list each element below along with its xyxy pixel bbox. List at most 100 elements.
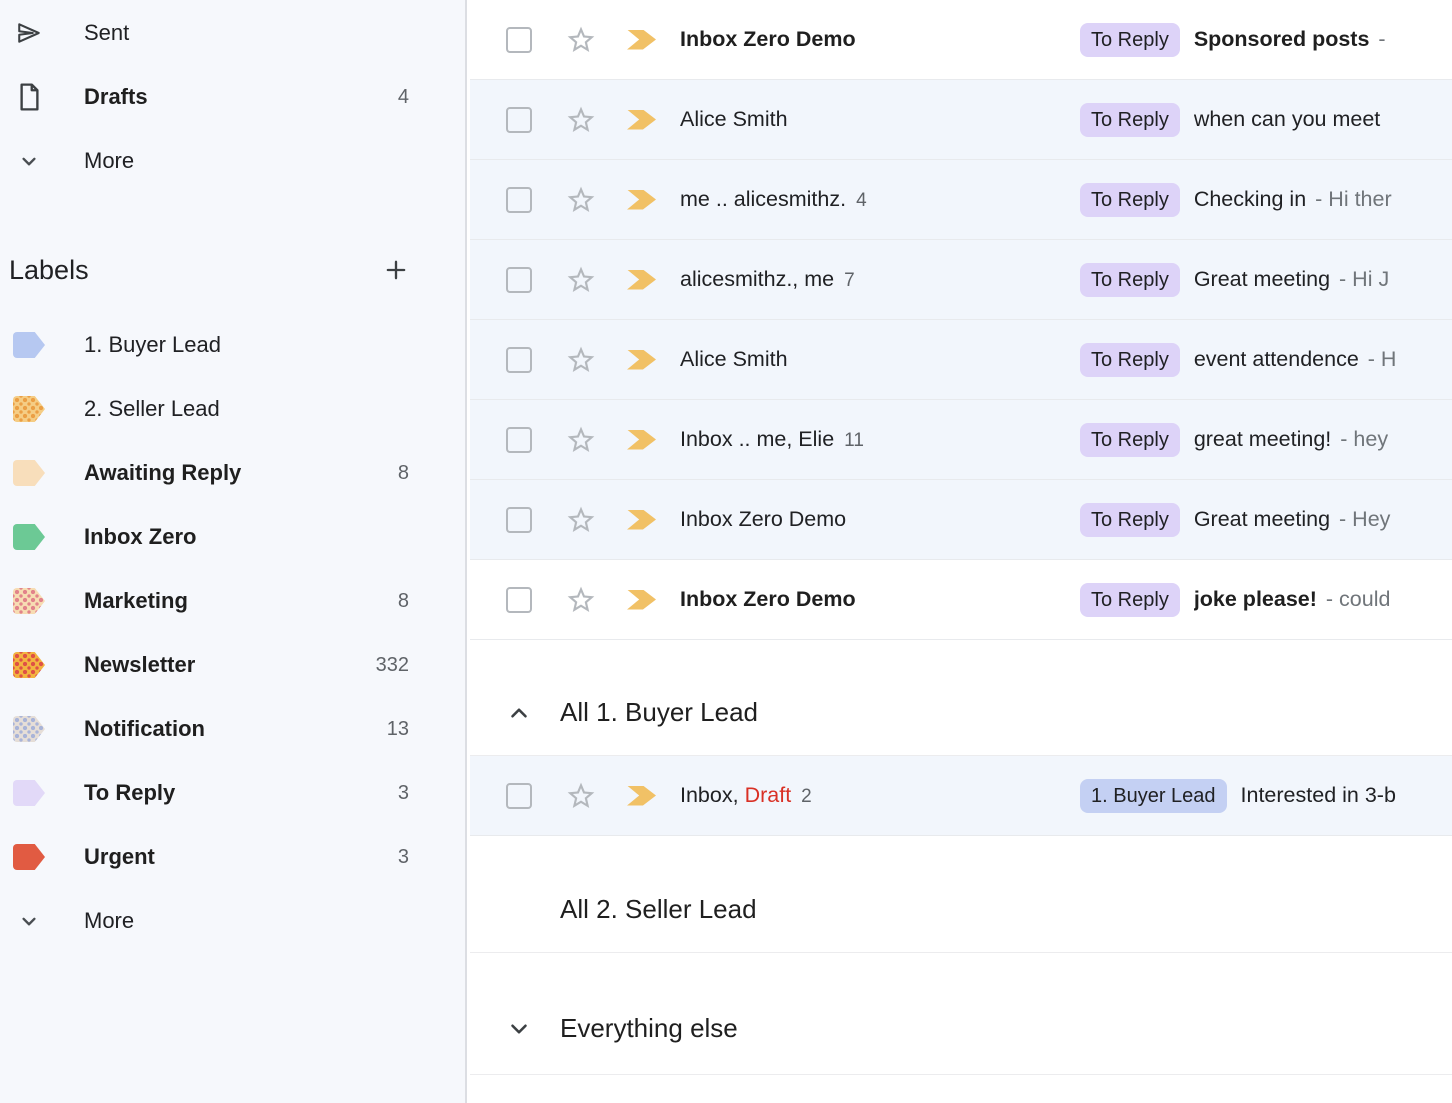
chevron-up-icon[interactable] bbox=[506, 700, 532, 726]
sidebar-item-drafts[interactable]: Drafts 4 bbox=[0, 65, 465, 129]
chevron-down-icon bbox=[12, 908, 46, 934]
subject: Interested in 3-b bbox=[1241, 783, 1396, 808]
label-badge[interactable]: To Reply bbox=[1080, 583, 1180, 617]
checkbox[interactable] bbox=[506, 783, 532, 809]
sidebar-label-count: 3 bbox=[398, 782, 409, 805]
label-badge[interactable]: To Reply bbox=[1080, 503, 1180, 537]
mail-row[interactable]: Alice Smith To Reply when can you meet bbox=[470, 80, 1452, 160]
send-icon bbox=[12, 20, 46, 46]
subject: Great meeting bbox=[1194, 267, 1330, 292]
label-tag-icon bbox=[13, 396, 45, 422]
sidebar-label-inbox-zero[interactable]: Inbox Zero bbox=[0, 505, 465, 569]
star-icon[interactable] bbox=[565, 24, 597, 56]
thread-count: 7 bbox=[844, 270, 855, 292]
snippet: - Hey bbox=[1339, 507, 1390, 532]
sidebar-item-label: More bbox=[84, 148, 134, 174]
importance-marker-icon[interactable] bbox=[627, 786, 656, 806]
sender-name: Inbox Zero Demo bbox=[680, 507, 846, 532]
sidebar-label-name: Awaiting Reply bbox=[84, 460, 241, 486]
star-icon[interactable] bbox=[565, 344, 597, 376]
subject: Great meeting bbox=[1194, 507, 1330, 532]
sidebar-label-count: 8 bbox=[398, 462, 409, 485]
importance-marker-icon[interactable] bbox=[627, 190, 656, 210]
chevron-down-icon[interactable] bbox=[506, 1016, 532, 1042]
label-badge[interactable]: To Reply bbox=[1080, 23, 1180, 57]
sidebar-item-more[interactable]: More bbox=[0, 129, 465, 193]
sidebar-label-buyer-lead[interactable]: 1. Buyer Lead bbox=[0, 313, 465, 377]
sidebar-label-awaiting-reply[interactable]: Awaiting Reply 8 bbox=[0, 441, 465, 505]
sender-name: me .. alicesmithz. bbox=[680, 187, 846, 212]
mail-row[interactable]: Inbox Zero Demo To Reply Sponsored posts… bbox=[470, 0, 1452, 80]
label-tag-icon bbox=[13, 524, 45, 550]
mail-row[interactable]: Inbox .. me, Elie11 To Reply great meeti… bbox=[470, 400, 1452, 480]
sender-name: alicesmithz., me bbox=[680, 267, 834, 292]
label-badge[interactable]: 1. Buyer Lead bbox=[1080, 779, 1227, 813]
sidebar: Sent Drafts 4 More Labels bbox=[0, 0, 467, 1103]
star-icon[interactable] bbox=[565, 584, 597, 616]
labels-title: Labels bbox=[9, 255, 89, 286]
star-icon[interactable] bbox=[565, 780, 597, 812]
importance-marker-icon[interactable] bbox=[627, 270, 656, 290]
add-label-button[interactable] bbox=[382, 256, 410, 284]
importance-marker-icon[interactable] bbox=[627, 350, 656, 370]
chevron-down-icon bbox=[12, 148, 46, 174]
sidebar-labels-more[interactable]: More bbox=[0, 889, 465, 953]
sender-name: Inbox, bbox=[680, 783, 739, 808]
label-badge[interactable]: To Reply bbox=[1080, 183, 1180, 217]
star-icon[interactable] bbox=[565, 184, 597, 216]
sidebar-item-sent[interactable]: Sent bbox=[0, 1, 465, 65]
mail-row[interactable]: alicesmithz., me 7 To Reply Great meeting… bbox=[470, 240, 1452, 320]
star-icon[interactable] bbox=[565, 264, 597, 296]
star-icon[interactable] bbox=[565, 424, 597, 456]
sidebar-item-count: 4 bbox=[398, 86, 409, 109]
sidebar-label-seller-lead[interactable]: 2. Seller Lead bbox=[0, 377, 465, 441]
sidebar-label-urgent[interactable]: Urgent 3 bbox=[0, 825, 465, 889]
sidebar-label-notification[interactable]: Notification 13 bbox=[0, 697, 465, 761]
sidebar-label-name: More bbox=[84, 908, 134, 934]
sidebar-label-marketing[interactable]: Marketing 8 bbox=[0, 569, 465, 633]
gmail-app: Sent Drafts 4 More Labels bbox=[0, 0, 1452, 1103]
importance-marker-icon[interactable] bbox=[627, 510, 656, 530]
checkbox[interactable] bbox=[506, 107, 532, 133]
subject: event attendence bbox=[1194, 347, 1359, 372]
label-badge[interactable]: To Reply bbox=[1080, 103, 1180, 137]
label-tag-icon bbox=[13, 460, 45, 486]
importance-marker-icon[interactable] bbox=[627, 110, 656, 130]
importance-marker-icon[interactable] bbox=[627, 590, 656, 610]
star-icon[interactable] bbox=[565, 104, 597, 136]
importance-marker-icon[interactable] bbox=[627, 430, 656, 450]
checkbox[interactable] bbox=[506, 27, 532, 53]
sidebar-item-label: Sent bbox=[84, 20, 129, 46]
checkbox[interactable] bbox=[506, 187, 532, 213]
mail-row[interactable]: me .. alicesmithz.4 To Reply Checking in… bbox=[470, 160, 1452, 240]
thread-count: 2 bbox=[801, 786, 812, 808]
snippet: - Hi J bbox=[1339, 267, 1389, 292]
label-badge[interactable]: To Reply bbox=[1080, 423, 1180, 457]
mail-list: Inbox Zero Demo To Reply Sponsored posts… bbox=[467, 0, 1452, 1103]
label-tag-icon bbox=[13, 844, 45, 870]
subject: Sponsored posts bbox=[1194, 27, 1370, 52]
checkbox[interactable] bbox=[506, 267, 532, 293]
label-badge[interactable]: To Reply bbox=[1080, 343, 1180, 377]
checkbox[interactable] bbox=[506, 427, 532, 453]
labels-header: Labels bbox=[0, 242, 465, 298]
thread-count: 4 bbox=[856, 190, 867, 212]
checkbox[interactable] bbox=[506, 587, 532, 613]
checkbox[interactable] bbox=[506, 347, 532, 373]
mail-row-buyer-lead[interactable]: Inbox, Draft 2 1. Buyer Lead Interested … bbox=[470, 756, 1452, 836]
label-tag-icon bbox=[13, 652, 45, 678]
mail-row[interactable]: Inbox Zero Demo To Reply Great meeting - … bbox=[470, 480, 1452, 560]
label-tag-icon bbox=[13, 716, 45, 742]
importance-marker-icon[interactable] bbox=[627, 30, 656, 50]
star-icon[interactable] bbox=[565, 504, 597, 536]
label-badge[interactable]: To Reply bbox=[1080, 263, 1180, 297]
mail-row[interactable]: Alice Smith To Reply event attendence- H bbox=[470, 320, 1452, 400]
mail-row[interactable]: Inbox Zero Demo To Reply joke please!- c… bbox=[470, 560, 1452, 640]
checkbox[interactable] bbox=[506, 507, 532, 533]
snippet: - H bbox=[1368, 347, 1397, 372]
sidebar-label-to-reply[interactable]: To Reply 3 bbox=[0, 761, 465, 825]
sidebar-label-name: 2. Seller Lead bbox=[84, 396, 220, 422]
sidebar-label-newsletter[interactable]: Newsletter 332 bbox=[0, 633, 465, 697]
file-icon bbox=[12, 82, 46, 112]
section-title: All 2. Seller Lead bbox=[560, 894, 757, 925]
